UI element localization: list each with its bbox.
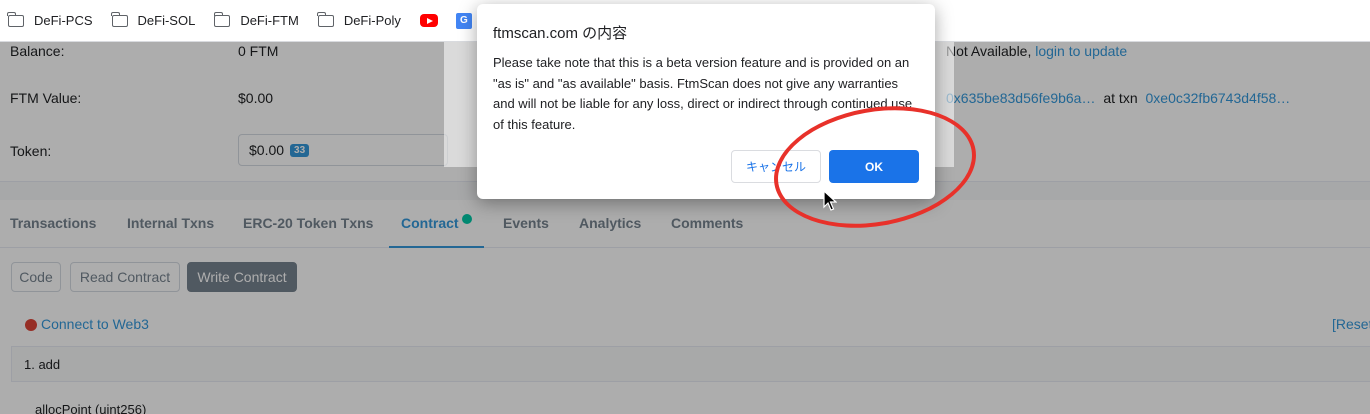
folder-icon bbox=[317, 11, 334, 27]
bookmark-label: DeFi-SOL bbox=[137, 13, 196, 28]
folder-icon bbox=[7, 11, 24, 27]
youtube-icon[interactable] bbox=[419, 14, 438, 27]
mouse-cursor-icon bbox=[823, 190, 837, 211]
bookmark-label: DeFi-PCS bbox=[34, 13, 93, 28]
bookmark-defi-poly[interactable]: DeFi-Poly bbox=[317, 8, 401, 34]
bookmark-defi-ftm[interactable]: DeFi-FTM bbox=[213, 8, 299, 34]
bookmark-label: DeFi-FTM bbox=[240, 13, 299, 28]
bookmark-defi-sol[interactable]: DeFi-SOL bbox=[110, 8, 196, 34]
bookmark-defi-pcs[interactable]: DeFi-PCS bbox=[7, 8, 93, 34]
bookmark-label: DeFi-Poly bbox=[343, 13, 401, 28]
google-translate-icon[interactable]: G bbox=[455, 12, 472, 29]
folder-icon bbox=[213, 11, 231, 27]
dialog-title: ftmscan.com の内容 bbox=[493, 25, 628, 42]
folder-icon bbox=[110, 11, 128, 27]
